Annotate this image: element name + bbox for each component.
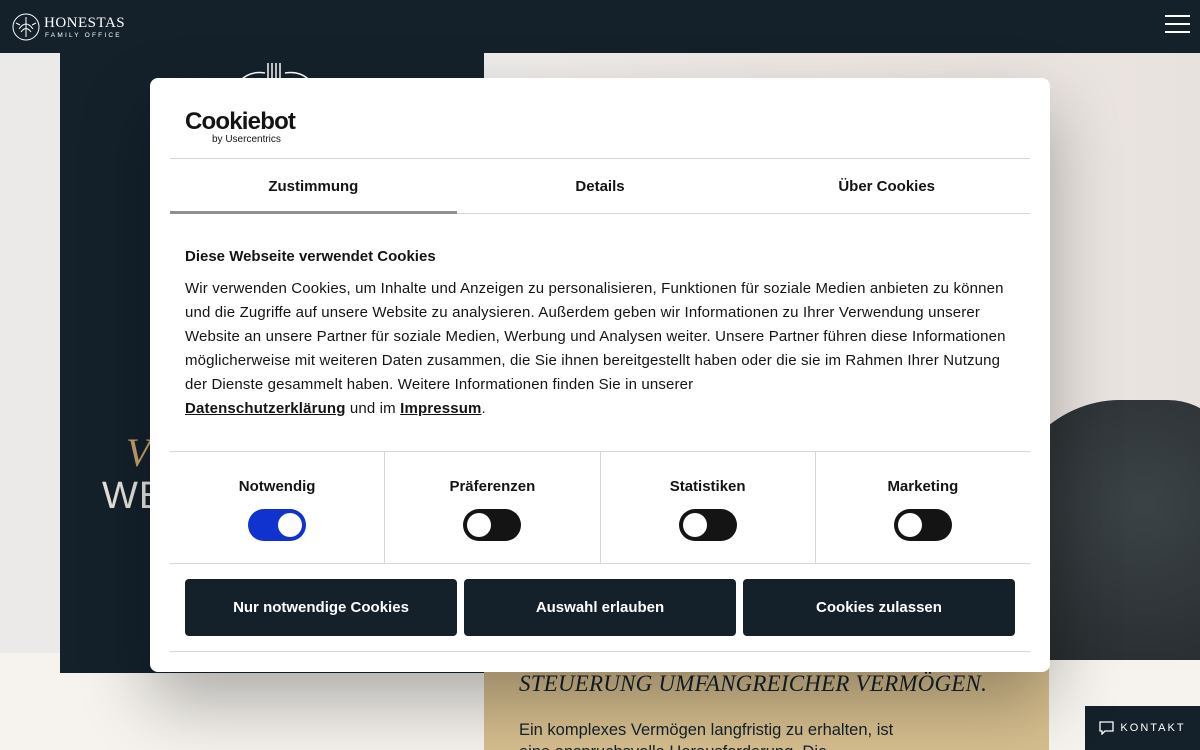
section-text: Ein komplexes Vermögen langfristig zu er…	[519, 721, 894, 750]
marketing-toggle[interactable]	[893, 509, 952, 541]
cookiebot-logo: Cookiebot by Usercentrics	[185, 108, 296, 145]
allow-all-button[interactable]: Cookies zulassen	[743, 579, 1015, 636]
statistiken-toggle[interactable]	[678, 509, 737, 541]
site-header: HONESTAS FAMILY OFFICE	[0, 0, 1200, 53]
tab-zustimmung[interactable]: Zustimmung	[170, 159, 457, 214]
section-heading: STEUERUNG UMFANGREICHER VERMÖGEN.	[519, 671, 988, 696]
category-praeferenzen: Präferenzen	[385, 452, 601, 563]
logo-subtitle: FAMILY OFFICE	[45, 31, 122, 39]
consent-buttons: Nur notwendige Cookies Auswahl erlauben …	[185, 579, 1015, 636]
divider	[170, 651, 1030, 652]
privacy-policy-link[interactable]: Datenschutzerklärung	[185, 400, 346, 417]
hero-headline-accent: V	[126, 430, 151, 475]
crest-icon	[12, 13, 40, 41]
imprint-link[interactable]: Impressum	[400, 400, 481, 417]
consent-tabs: Zustimmung Details Über Cookies	[170, 158, 1030, 214]
consent-heading: Diese Webseite verwendet Cookies	[185, 248, 436, 265]
logo-text: HONESTAS FAMILY OFFICE	[44, 15, 125, 40]
consent-text: Wir verwenden Cookies, um Inhalte und An…	[185, 277, 1015, 421]
praeferenzen-toggle[interactable]	[463, 509, 522, 541]
chat-bubble-icon	[1099, 721, 1115, 735]
category-marketing: Marketing	[816, 452, 1030, 563]
toggle-knob	[278, 513, 303, 537]
consent-period: .	[481, 400, 486, 417]
necessary-only-button[interactable]: Nur notwendige Cookies	[185, 579, 457, 636]
category-label: Statistiken	[669, 478, 746, 495]
consent-categories: Notwendig Präferenzen Statistiken Market…	[170, 451, 1030, 564]
toggle-knob	[897, 513, 922, 537]
logo-name: HONESTAS	[44, 14, 126, 31]
allow-selection-button[interactable]: Auswahl erlauben	[464, 579, 736, 636]
consent-connector: und im	[349, 400, 396, 417]
category-label: Notwendig	[238, 478, 316, 495]
honestas-logo[interactable]: HONESTAS FAMILY OFFICE	[10, 11, 125, 43]
notwendig-toggle[interactable]	[248, 509, 307, 541]
category-label: Präferenzen	[449, 478, 536, 495]
consent-body: Wir verwenden Cookies, um Inhalte und An…	[185, 280, 1006, 393]
cookiebot-brand: Cookiebot	[185, 108, 296, 135]
toggle-knob	[467, 513, 492, 537]
kontakt-button[interactable]: KONTAKT	[1085, 706, 1200, 750]
toggle-knob	[682, 513, 707, 537]
tab-ueber-cookies[interactable]: Über Cookies	[743, 159, 1030, 213]
tab-details[interactable]: Details	[457, 159, 744, 213]
cookiebot-brand-sub: by Usercentrics	[212, 134, 281, 145]
kontakt-label: KONTAKT	[1120, 722, 1186, 734]
menu-icon[interactable]	[1165, 15, 1190, 35]
category-statistiken: Statistiken	[601, 452, 816, 563]
category-notwendig: Notwendig	[170, 452, 386, 563]
category-label: Marketing	[887, 478, 959, 495]
cookie-consent-dialog: Cookiebot by Usercentrics Zustimmung Det…	[150, 78, 1050, 672]
